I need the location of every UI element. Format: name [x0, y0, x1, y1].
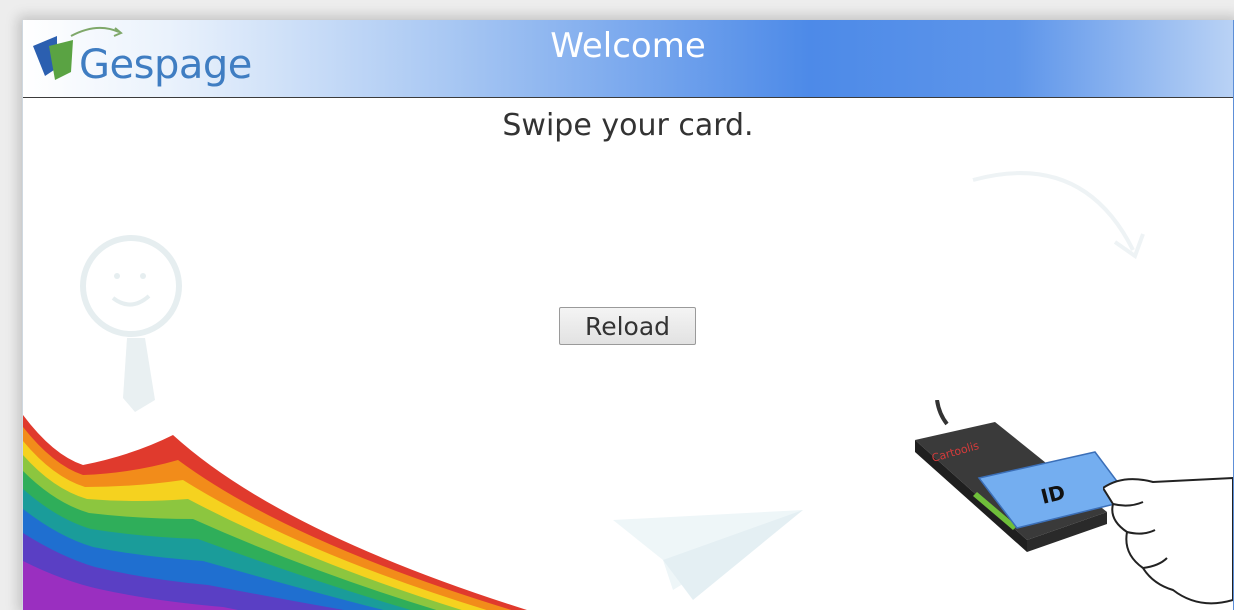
kiosk-window: Gespage Welcome Swipe your card. Reload: [22, 20, 1234, 610]
reload-button[interactable]: Reload: [559, 307, 696, 345]
instruction-text: Swipe your card.: [502, 108, 754, 143]
rainbow-corner-decoration: [23, 415, 528, 610]
smiley-person-icon: [80, 235, 182, 412]
paper-plane-icon: [613, 510, 803, 600]
header-bar: Gespage Welcome: [23, 20, 1233, 98]
page-title: Welcome: [550, 26, 706, 66]
curved-arrow-icon: [972, 171, 1145, 260]
hand-icon: [1103, 476, 1233, 605]
